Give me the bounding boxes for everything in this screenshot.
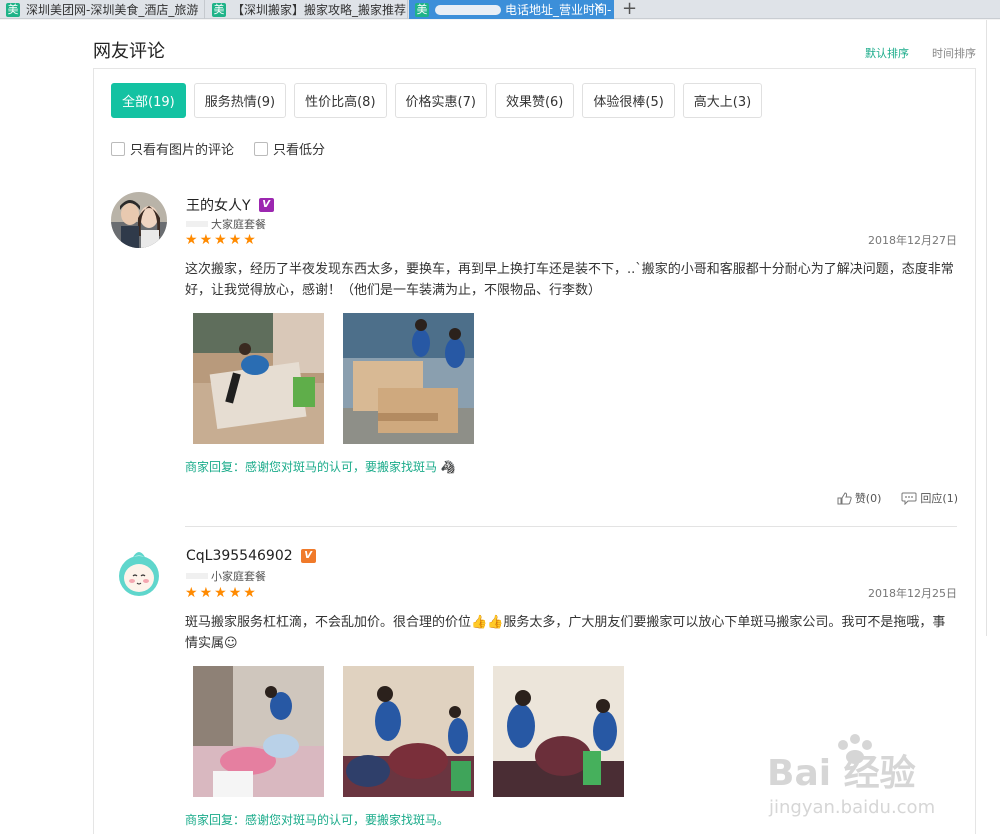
user-name[interactable]: 王的女人Y V [186, 195, 274, 215]
baidu-jingyan-watermark: Bai 经验 jingyan.baidu.com [765, 723, 995, 823]
tab-label: 深圳美团网-深圳美食_酒店_旅游 [26, 3, 199, 17]
sort-default-link[interactable]: 默认排序 [865, 45, 909, 61]
star-icon: ★ [228, 232, 242, 248]
vip-badge-icon: V [300, 549, 316, 563]
avatar[interactable] [111, 545, 167, 601]
redacted-text [186, 221, 208, 227]
meituan-favicon: 美 [415, 2, 429, 17]
low-score-checkbox[interactable]: 只看低分 [254, 139, 325, 158]
checkbox-label: 只看有图片的评论 [130, 143, 235, 158]
checkbox-box[interactable] [254, 141, 269, 156]
zebra-icon: 🦓 [440, 460, 456, 474]
section-title: 网友评论 [93, 41, 165, 62]
filter-tags: 全部(19) 服务热情(9) 性价比高(8) 价格实惠(7) 效果赞(6) 体验… [111, 83, 763, 118]
user-name-text: 王的女人Y [186, 198, 251, 214]
package-text: 小家庭套餐 [211, 570, 266, 583]
user-name[interactable]: CqL395546902 V [186, 548, 316, 564]
filter-effect[interactable]: 效果赞(6) [494, 83, 575, 118]
review-actions: 赞(0) 回应(1) [837, 490, 958, 506]
star-icon: ★ [214, 232, 227, 248]
filter-classy[interactable]: 高大上(3) [682, 83, 763, 118]
review-photo[interactable] [193, 313, 324, 444]
star-icon: ★ [214, 585, 227, 601]
merchant-reply-text: 商家回复：感谢您对斑马的认可，要搬家找斑马 [185, 460, 438, 474]
meituan-favicon: 美 [6, 2, 20, 17]
filter-value[interactable]: 性价比高(8) [294, 83, 387, 118]
merchant-reply: 商家回复：感谢您对斑马的认可，要搬家找斑马 🦓 [185, 458, 456, 475]
star-icon: ★ [199, 585, 213, 601]
star-icon: ★ [243, 232, 256, 248]
merchant-reply: 商家回复：感谢您对斑马的认可，要搬家找斑马。 [185, 813, 450, 827]
checkbox-box[interactable] [111, 141, 125, 156]
new-tab-button[interactable]: + [622, 0, 637, 19]
review-date: 2018年12月27日 [868, 234, 957, 247]
package-text: 大家庭套餐 [211, 218, 266, 231]
like-button[interactable]: 赞(0) [837, 490, 882, 506]
comment-count: 回应(1) [920, 492, 958, 505]
review-photos [193, 313, 474, 444]
star-icon: ★ [185, 232, 198, 248]
browser-tab-active[interactable]: 美 电话地址_营业时间- × [409, 0, 614, 19]
avatar[interactable] [111, 192, 167, 248]
filter-checkboxes: 只看有图片的评论 只看低分 [111, 139, 345, 158]
browser-tab[interactable]: 美 【深圳搬家】搬家攻略_搬家推荐 [206, 0, 408, 19]
browser-tab-bar: 美 深圳美团网-深圳美食_酒店_旅游 美 【深圳搬家】搬家攻略_搬家推荐 美 电… [0, 0, 1000, 19]
sort-time-link[interactable]: 时间排序 [932, 45, 976, 61]
review-divider [185, 526, 957, 527]
browser-tab[interactable]: 美 深圳美团网-深圳美食_酒店_旅游 [0, 0, 205, 19]
review-photo[interactable] [343, 666, 474, 797]
svg-text:jingyan.baidu.com: jingyan.baidu.com [768, 797, 935, 818]
star-icon: ★ [185, 585, 198, 601]
review-date: 2018年12月25日 [868, 587, 957, 600]
filter-service[interactable]: 服务热情(9) [193, 83, 287, 118]
comment-bubble-icon [901, 492, 917, 505]
close-tab-icon[interactable]: × [593, 0, 604, 15]
review-photos [193, 666, 624, 797]
filter-all[interactable]: 全部(19) [111, 83, 186, 118]
package-label: 小家庭套餐 [186, 568, 266, 584]
filter-price[interactable]: 价格实惠(7) [394, 83, 487, 118]
review-photo[interactable] [193, 666, 324, 797]
redacted-text [435, 4, 501, 15]
review-text: 斑马搬家服务杠杠滴，不会乱加价。很合理的价位👍👍服务太多，广大朋友们要搬家可以放… [185, 615, 946, 651]
vip-badge-icon: V [258, 198, 274, 212]
comment-button[interactable]: 回应(1) [901, 490, 958, 506]
review-text: 这次搬家，经历了半夜发现东西太多，要换车，再到早上换打车还是装不下，..`搬家的… [185, 262, 954, 298]
review-photo[interactable] [493, 666, 624, 797]
svg-text:Bai 经验: Bai 经验 [767, 753, 916, 794]
star-icon: ★ [199, 232, 213, 248]
checkbox-label: 只看低分 [273, 143, 326, 158]
photo-only-checkbox[interactable]: 只看有图片的评论 [111, 139, 234, 158]
rating-stars: ★ ★ ★ ★ ★ [185, 233, 256, 247]
user-name-text: CqL395546902 [186, 548, 293, 564]
tab-label: 【深圳搬家】搬家攻略_搬家推荐 [232, 3, 407, 17]
thumbs-up-icon [837, 491, 852, 504]
redacted-text [186, 573, 208, 579]
review-photo[interactable] [343, 313, 474, 444]
like-count: 赞(0) [854, 492, 882, 505]
right-panel-edge [986, 20, 1000, 636]
star-icon: ★ [243, 585, 256, 601]
review-item: 王的女人Y V 大家庭套餐 ★ ★ ★ ★ ★ 2018年12月27日 这次搬家… [93, 190, 976, 526]
star-icon: ★ [228, 585, 242, 601]
filter-experience[interactable]: 体验很棒(5) [582, 83, 675, 118]
meituan-favicon: 美 [212, 2, 226, 17]
rating-stars: ★ ★ ★ ★ ★ [185, 586, 256, 600]
package-label: 大家庭套餐 [186, 216, 266, 232]
